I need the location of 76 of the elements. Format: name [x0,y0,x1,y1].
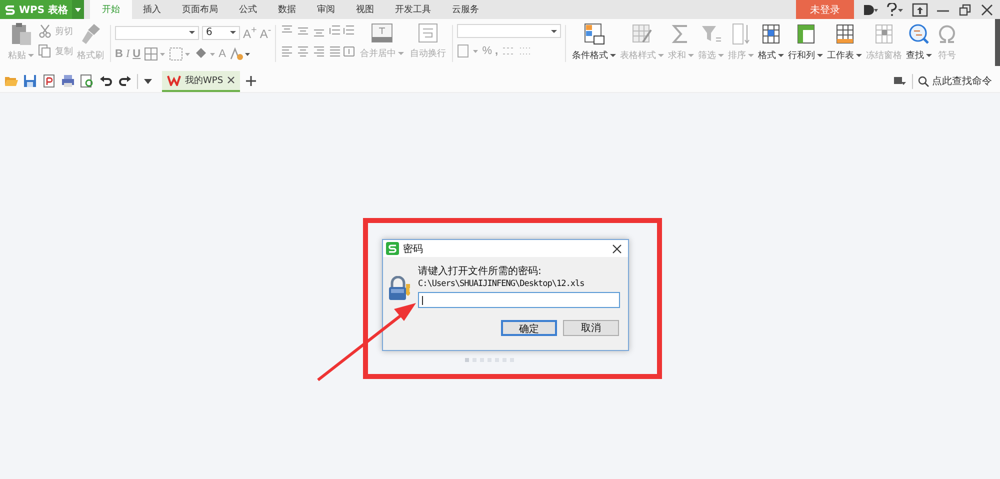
borders-icon[interactable] [144,47,166,61]
ribbon-tab[interactable]: 云服务 [442,0,490,19]
document-tab[interactable]: 我的WPS [162,70,240,92]
font-size-field[interactable]: 6 [202,26,240,40]
ribbon-tab[interactable]: 页面布局 [172,0,228,19]
grow-font-button[interactable]: A$^{+}$ [243,24,257,41]
ribbon-tool-button[interactable]: 工作表 [825,21,864,63]
rows-columns-icon [794,22,817,46]
close-tab-icon[interactable] [227,76,236,84]
cell-style-icon[interactable] [168,47,191,61]
print-preview-icon[interactable] [80,74,94,88]
app-menu-button[interactable]: WPS 表格 [0,0,72,19]
percent-button[interactable]: % [482,44,492,58]
comma-button[interactable]: , [495,44,498,58]
font-name-field[interactable] [115,26,199,40]
conditional-format-icon [583,22,606,46]
ribbon-tool-button[interactable]: 行和列 [786,21,826,63]
search-icon [918,76,929,86]
ribbon-tool-button[interactable]: 格式 [756,21,786,63]
redo-icon[interactable] [118,74,132,88]
restore-icon[interactable] [958,2,972,16]
command-search-field[interactable]: 点此查找命令 [918,76,1000,86]
horizontal-align-icons[interactable] [280,44,356,58]
close-icon[interactable] [980,2,994,16]
ribbon-tool-button[interactable]: 查找 [904,21,934,63]
password-field[interactable] [418,292,620,308]
number-format-field[interactable] [457,24,562,38]
print-icon[interactable] [61,74,75,88]
s-logo-icon [4,4,16,16]
file-path: C:\Users\SHUAIJINFENG\Desktop\12.xls [418,278,586,290]
fill-color-icon[interactable] [194,47,216,61]
close-icon[interactable] [612,244,622,254]
loading-dots [465,358,517,363]
worksheet-icon [834,22,856,46]
undo-icon[interactable] [99,74,113,88]
save-icon[interactable] [23,74,37,88]
bold-button[interactable]: B [115,47,123,61]
dialog-title: 密码 [403,242,423,256]
ribbon-tab[interactable]: 开始 [90,0,132,19]
pin-icon[interactable] [893,75,907,87]
scissors-icon [38,24,52,38]
merge-cells-icon [370,22,394,44]
caret-icon [75,8,82,12]
font-color-button[interactable]: A [218,47,226,61]
app-dropdown-button[interactable] [72,0,84,19]
export-pdf-icon[interactable] [42,74,56,88]
caret-icon[interactable] [143,77,153,85]
find-replace-icon [908,22,930,46]
cancel-button[interactable]: 取消 [563,320,619,336]
ok-button[interactable]: 确定 [501,320,557,336]
vertical-align-icons[interactable] [280,24,356,38]
cell-format-icon [760,22,782,46]
sort-icon [730,22,752,46]
copy-icon [38,44,52,58]
freeze-panes-icon [873,22,896,46]
ribbon-tab[interactable]: 开发工具 [385,0,442,19]
ribbon-tab[interactable]: 数据 [268,0,306,19]
lock-key-icon [388,276,412,302]
ribbon-tab[interactable]: 审阅 [307,0,346,19]
help-icon[interactable] [886,2,904,16]
shrink-font-button[interactable]: A$^{-}$ [260,24,272,41]
ribbon-tab[interactable]: 公式 [229,0,268,19]
underline-button[interactable]: U [132,47,141,61]
clear-format-icon[interactable] [228,47,251,61]
brush-icon [80,22,102,46]
ribbon-tab[interactable]: 视图 [346,0,384,19]
ribbon-tab[interactable]: 插入 [133,0,172,19]
password-prompt: 请键入打开文件所需的密码: [418,265,542,278]
ribbon-tool-button[interactable]: 条件格式 [570,21,618,63]
w-logo-icon [167,74,181,86]
clipboard-icon [10,22,32,46]
italic-button[interactable]: I [126,47,130,61]
upload-icon[interactable] [912,2,928,16]
wrap-text-icon [416,22,440,44]
login-button[interactable]: 未登录 [796,0,854,19]
add-tab-icon[interactable] [245,75,258,87]
